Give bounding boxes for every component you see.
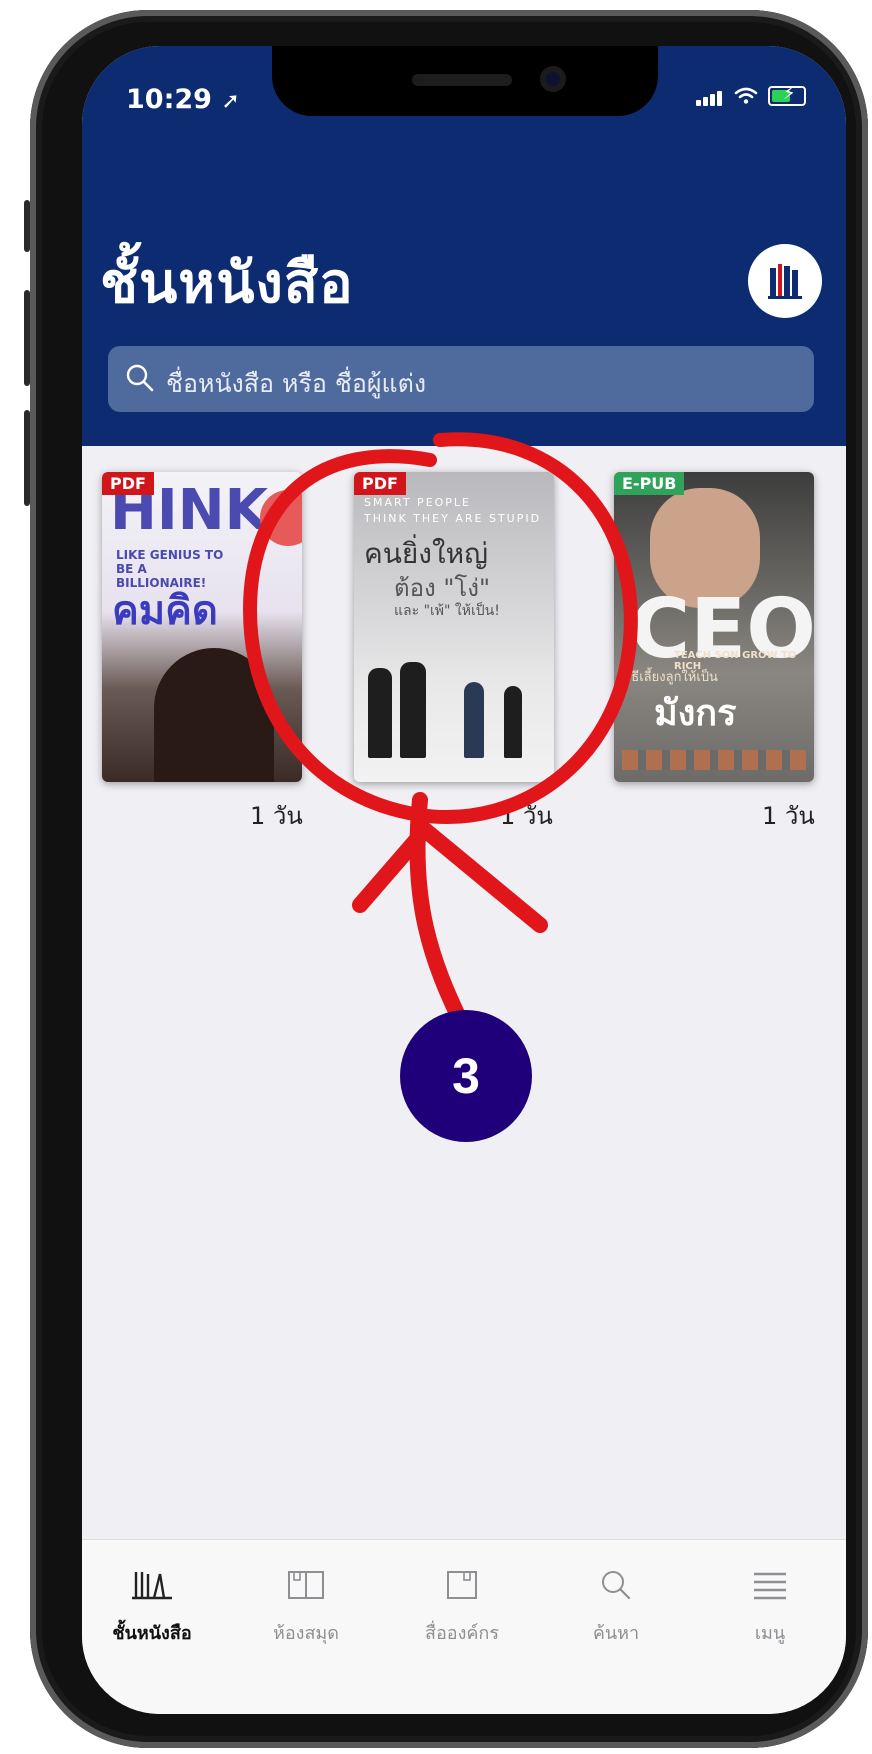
book-cover-2[interactable]: SMART PEOPLE THINK THEY ARE STUPID คนยิ่…	[354, 472, 554, 782]
tab-label: ค้นหา	[592, 1623, 640, 1644]
notch	[272, 46, 658, 116]
status-time: 10:29 ➚	[126, 84, 240, 115]
search-icon	[602, 1571, 631, 1600]
app-screen: 10:29 ➚ ⚡ ชั้นหนังสือ ชื่อหนังสือ หรือ ช…	[82, 46, 846, 1714]
search-icon	[126, 364, 154, 392]
book-cover-2-line1: SMART PEOPLE	[364, 496, 472, 509]
battery-icon: ⚡	[768, 84, 806, 106]
tab-label: ห้องสมุด	[272, 1623, 339, 1644]
step-number-badge: 3	[400, 1010, 532, 1142]
tab-menu[interactable]: เมนู	[700, 1568, 840, 1647]
book-cover-1-title: คมคิด	[112, 588, 218, 634]
status-icons: ⚡	[696, 84, 806, 106]
tab-search[interactable]: ค้นหา	[546, 1568, 686, 1647]
search-bar[interactable]: ชื่อหนังสือ หรือ ชื่อผู้แต่ง	[108, 346, 814, 412]
tab-label: ชั้นหนังสือ	[112, 1623, 192, 1644]
book-cover-3[interactable]: CEO TEACH SON GROW TO RICH วิธีเลี้ยงลูก…	[614, 472, 814, 782]
book-cover-3-title: มังกร	[654, 693, 737, 734]
speaker	[412, 74, 512, 86]
bookshelf-icon	[132, 1572, 172, 1600]
book-cover-2-person	[464, 682, 484, 758]
book-cover-2-line2: THINK THEY ARE STUPID	[364, 512, 542, 525]
book-cover-2-person	[368, 668, 392, 758]
book-cover-2-person	[504, 686, 522, 758]
signal-icon	[696, 87, 724, 106]
book-cover-2-subtitle2: และ "เพ้" ให้เป็น!	[394, 603, 500, 619]
wifi-icon	[734, 87, 758, 104]
menu-icon	[754, 1572, 786, 1600]
location-arrow-icon: ➚	[221, 89, 240, 114]
status-time-text: 10:29	[126, 84, 212, 115]
book-cover-1-figure	[154, 648, 274, 782]
loan-remaining: 1 วัน	[500, 802, 553, 830]
tab-library[interactable]: ห้องสมุด	[236, 1568, 376, 1647]
app-logo-icon[interactable]	[748, 244, 822, 318]
book-cover-3-portraits	[622, 750, 806, 770]
open-book-icon	[288, 1571, 324, 1599]
format-badge: PDF	[102, 472, 154, 495]
tab-label: เมนู	[754, 1623, 786, 1644]
tab-bar: ชั้นหนังสือ ห้องสมุด สื่อองค์กร ค้นหา เม…	[82, 1539, 846, 1714]
loan-remaining: 1 วัน	[762, 802, 815, 830]
app-header: 10:29 ➚ ⚡ ชั้นหนังสือ ชื่อหนังสือ หรือ ช…	[82, 46, 846, 446]
front-camera	[540, 66, 566, 92]
loan-remaining: 1 วัน	[250, 802, 303, 830]
volume-up-button	[24, 290, 30, 386]
format-badge: E-PUB	[614, 472, 685, 495]
tab-organization-media[interactable]: สื่อองค์กร	[392, 1568, 532, 1647]
book-cover-2-person	[400, 662, 426, 758]
book-icon	[447, 1571, 477, 1599]
page-title: ชั้นหนังสือ	[100, 251, 354, 316]
volume-down-button	[24, 410, 30, 506]
tab-bookshelf[interactable]: ชั้นหนังสือ	[82, 1568, 222, 1647]
tab-label: สื่อองค์กร	[424, 1623, 499, 1644]
format-badge: PDF	[354, 472, 406, 495]
mute-switch	[24, 200, 30, 252]
search-placeholder: ชื่อหนังสือ หรือ ชื่อผู้แต่ง	[166, 369, 427, 398]
book-cover-1[interactable]: HINK LIKE GENIUS TO BE A BILLIONAIRE! คม…	[102, 472, 302, 782]
